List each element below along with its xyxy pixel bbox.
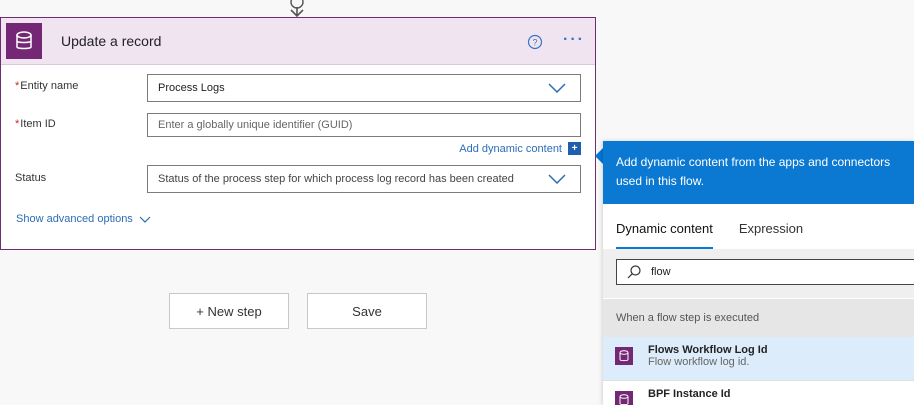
entity-name-label: *Entity name (15, 80, 79, 92)
add-dynamic-content-link[interactable]: Add dynamic content + (459, 142, 581, 155)
list-item[interactable]: Flows Workflow Log Id Flow workflow log … (603, 337, 914, 381)
entity-name-select[interactable]: Process Logs (147, 74, 581, 102)
chevron-down-icon (139, 216, 151, 223)
dynamic-panel-header-line1: Add dynamic content from the apps and co… (616, 155, 891, 169)
search-area: flow (603, 249, 914, 298)
dynamic-panel-tabs: Dynamic content Expression (603, 204, 914, 249)
tab-expression[interactable]: Expression (739, 221, 803, 249)
connector-arrow-icon (290, 0, 304, 18)
new-step-button[interactable]: + New step (169, 293, 289, 329)
status-value: Status of the process step for which pro… (158, 173, 514, 185)
dynamic-content-panel: Add dynamic content from the apps and co… (603, 141, 914, 405)
list-item-title: BPF Instance Id (648, 388, 731, 400)
card-title: Update a record (61, 33, 162, 49)
help-circle-icon[interactable]: ? (527, 34, 543, 50)
database-icon (615, 347, 633, 365)
section-header[interactable]: When a flow step is executed (603, 298, 914, 337)
show-advanced-options-link[interactable]: Show advanced options (16, 213, 151, 225)
tab-dynamic-content[interactable]: Dynamic content (616, 221, 713, 249)
add-dynamic-content-label: Add dynamic content (459, 142, 562, 155)
chevron-down-icon[interactable] (548, 174, 566, 184)
dynamic-panel-header-line2: used in this flow. (616, 174, 705, 188)
list-item-desc: Flow workflow log id. (648, 356, 750, 368)
update-record-card: Update a record ? ··· *Entity name Proce… (0, 17, 596, 250)
card-header[interactable]: Update a record ? ··· (1, 18, 595, 65)
entity-name-value: Process Logs (158, 82, 225, 94)
search-value: flow (651, 266, 671, 278)
list-item-title: Flows Workflow Log Id (648, 344, 768, 356)
chevron-down-icon[interactable] (548, 83, 566, 93)
status-label: Status (15, 172, 47, 184)
status-select[interactable]: Status of the process step for which pro… (147, 165, 581, 193)
database-icon (615, 391, 633, 405)
save-button[interactable]: Save (307, 293, 427, 329)
search-input[interactable]: flow (616, 259, 914, 285)
item-id-label: *Item ID (15, 118, 56, 130)
item-id-placeholder: Enter a globally unique identifier (GUID… (158, 119, 353, 131)
show-advanced-options-label: Show advanced options (16, 213, 133, 225)
database-icon (6, 23, 42, 59)
list-item[interactable]: BPF Instance Id (603, 381, 914, 405)
search-icon (627, 265, 641, 279)
add-dynamic-content-icon: + (568, 142, 581, 155)
item-id-input[interactable]: Enter a globally unique identifier (GUID… (147, 113, 581, 137)
more-options-icon[interactable]: ··· (563, 32, 585, 48)
dynamic-panel-header: Add dynamic content from the apps and co… (603, 141, 914, 204)
svg-text:?: ? (532, 38, 537, 48)
